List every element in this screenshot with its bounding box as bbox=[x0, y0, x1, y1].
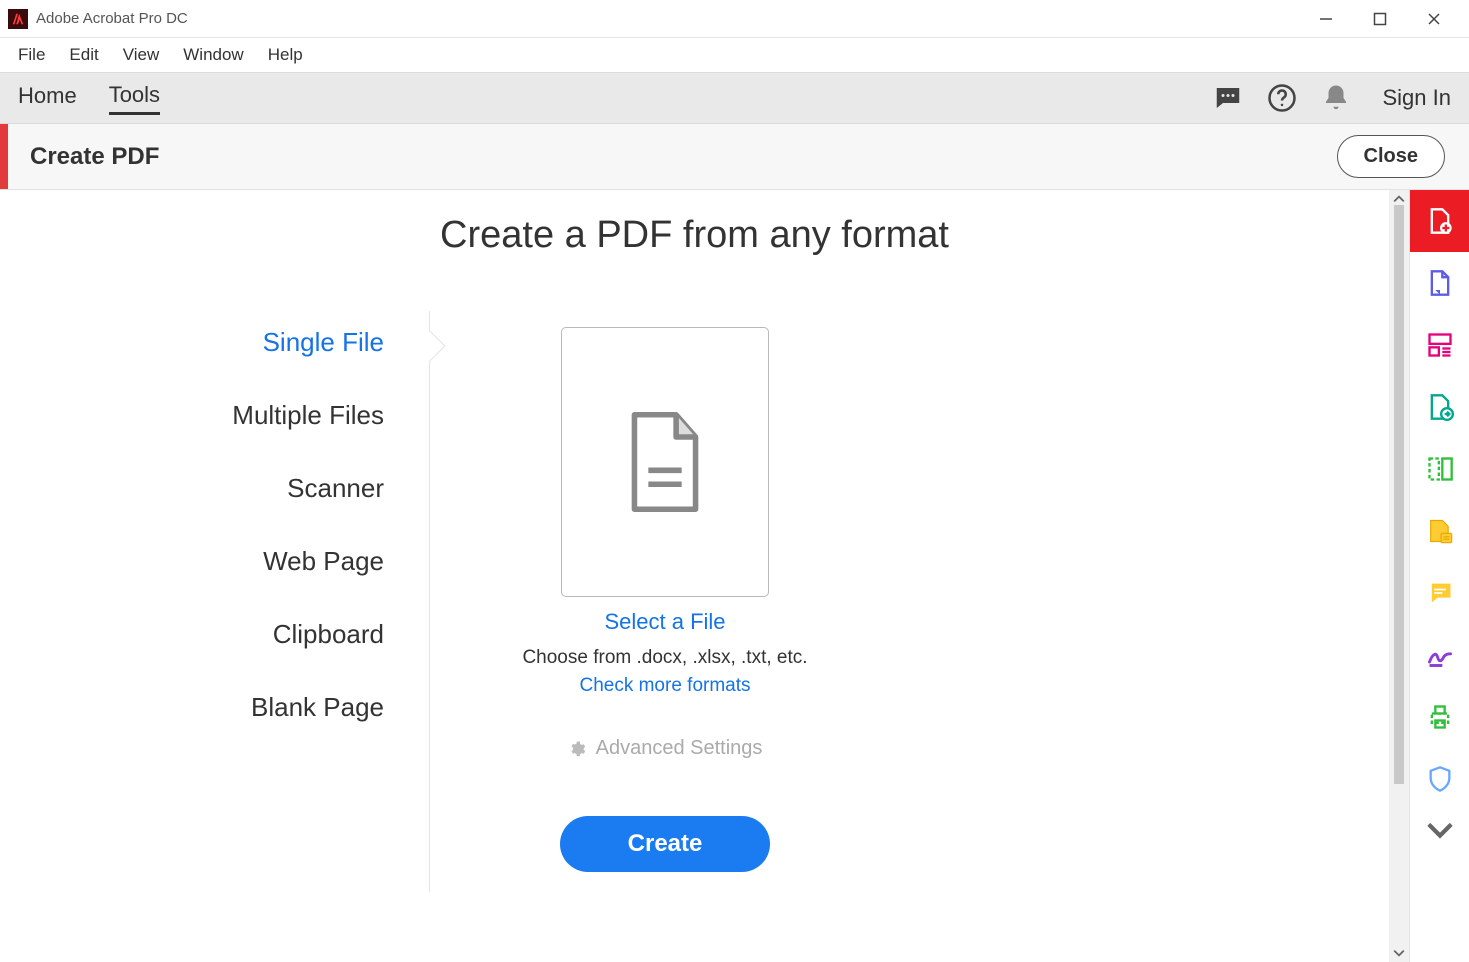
rail-protect[interactable] bbox=[1410, 748, 1469, 810]
scroll-down-icon[interactable] bbox=[1393, 947, 1405, 959]
nav-bar: Home Tools Sign In bbox=[0, 72, 1469, 124]
menu-view[interactable]: View bbox=[111, 39, 172, 71]
tab-tools[interactable]: Tools bbox=[109, 82, 160, 115]
comments-icon[interactable] bbox=[1213, 83, 1243, 113]
rail-export[interactable] bbox=[1410, 376, 1469, 438]
create-pdf-icon bbox=[1426, 207, 1454, 235]
vertical-scrollbar[interactable] bbox=[1389, 190, 1409, 962]
app-title: Adobe Acrobat Pro DC bbox=[36, 10, 1314, 27]
rail-create-pdf[interactable] bbox=[1410, 190, 1469, 252]
source-scanner[interactable]: Scanner bbox=[287, 473, 384, 504]
source-clipboard[interactable]: Clipboard bbox=[273, 619, 384, 650]
notifications-icon[interactable] bbox=[1321, 83, 1351, 113]
rail-compare[interactable] bbox=[1410, 500, 1469, 562]
source-single-file[interactable]: Single File bbox=[263, 327, 384, 358]
comment-icon bbox=[1426, 579, 1454, 607]
app-icon bbox=[8, 9, 28, 29]
chevron-down-icon bbox=[1426, 816, 1454, 844]
shield-icon bbox=[1426, 765, 1454, 793]
tool-subheader: Create PDF Close bbox=[0, 124, 1469, 190]
sign-icon bbox=[1426, 641, 1454, 669]
help-icon[interactable] bbox=[1267, 83, 1297, 113]
window-controls bbox=[1314, 7, 1446, 31]
source-divider bbox=[429, 311, 430, 892]
accent-stripe bbox=[0, 124, 8, 189]
sign-in-link[interactable]: Sign In bbox=[1383, 85, 1452, 111]
close-window-button[interactable] bbox=[1422, 7, 1446, 31]
print-icon bbox=[1426, 703, 1454, 731]
rail-print[interactable] bbox=[1410, 686, 1469, 748]
menu-bar: File Edit View Window Help bbox=[0, 38, 1469, 72]
menu-file[interactable]: File bbox=[6, 39, 57, 71]
source-web-page[interactable]: Web Page bbox=[263, 546, 384, 577]
rail-edit-pdf[interactable] bbox=[1410, 252, 1469, 314]
menu-window[interactable]: Window bbox=[171, 39, 255, 71]
select-file-link[interactable]: Select a File bbox=[561, 609, 769, 635]
subheader-title: Create PDF bbox=[30, 143, 159, 171]
source-multiple-files[interactable]: Multiple Files bbox=[232, 400, 384, 431]
maximize-button[interactable] bbox=[1368, 7, 1392, 31]
export-icon bbox=[1426, 393, 1454, 421]
file-dropzone[interactable] bbox=[561, 327, 769, 597]
page-title: Create a PDF from any format bbox=[0, 214, 1389, 257]
scroll-track[interactable] bbox=[1394, 205, 1404, 947]
tool-rail bbox=[1409, 190, 1469, 962]
rail-organize[interactable] bbox=[1410, 438, 1469, 500]
menu-help[interactable]: Help bbox=[256, 39, 315, 71]
main-content: Create a PDF from any format Single File… bbox=[0, 190, 1389, 962]
create-button[interactable]: Create bbox=[560, 816, 771, 872]
rail-sign[interactable] bbox=[1410, 624, 1469, 686]
scroll-up-icon[interactable] bbox=[1393, 193, 1405, 205]
advanced-settings-label: Advanced Settings bbox=[596, 737, 763, 760]
combine-icon bbox=[1426, 331, 1454, 359]
rail-more[interactable] bbox=[1410, 810, 1469, 850]
source-list: Single File Multiple Files Scanner Web P… bbox=[0, 327, 430, 872]
organize-icon bbox=[1426, 455, 1454, 483]
menu-edit[interactable]: Edit bbox=[57, 39, 110, 71]
title-bar: Adobe Acrobat Pro DC bbox=[0, 0, 1469, 38]
scroll-thumb[interactable] bbox=[1394, 205, 1404, 784]
rail-comment[interactable] bbox=[1410, 562, 1469, 624]
advanced-settings: Advanced Settings bbox=[568, 737, 763, 760]
tab-home[interactable]: Home bbox=[18, 83, 77, 113]
document-icon bbox=[623, 412, 707, 512]
close-tool-button[interactable]: Close bbox=[1337, 135, 1445, 178]
compare-icon bbox=[1426, 517, 1454, 545]
check-more-formats-link[interactable]: Check more formats bbox=[520, 675, 810, 697]
gear-icon bbox=[568, 740, 586, 758]
file-hint: Choose from .docx, .xlsx, .txt, etc. bbox=[520, 647, 810, 669]
source-blank-page[interactable]: Blank Page bbox=[251, 692, 384, 723]
edit-pdf-icon bbox=[1426, 269, 1454, 297]
minimize-button[interactable] bbox=[1314, 7, 1338, 31]
rail-combine[interactable] bbox=[1410, 314, 1469, 376]
